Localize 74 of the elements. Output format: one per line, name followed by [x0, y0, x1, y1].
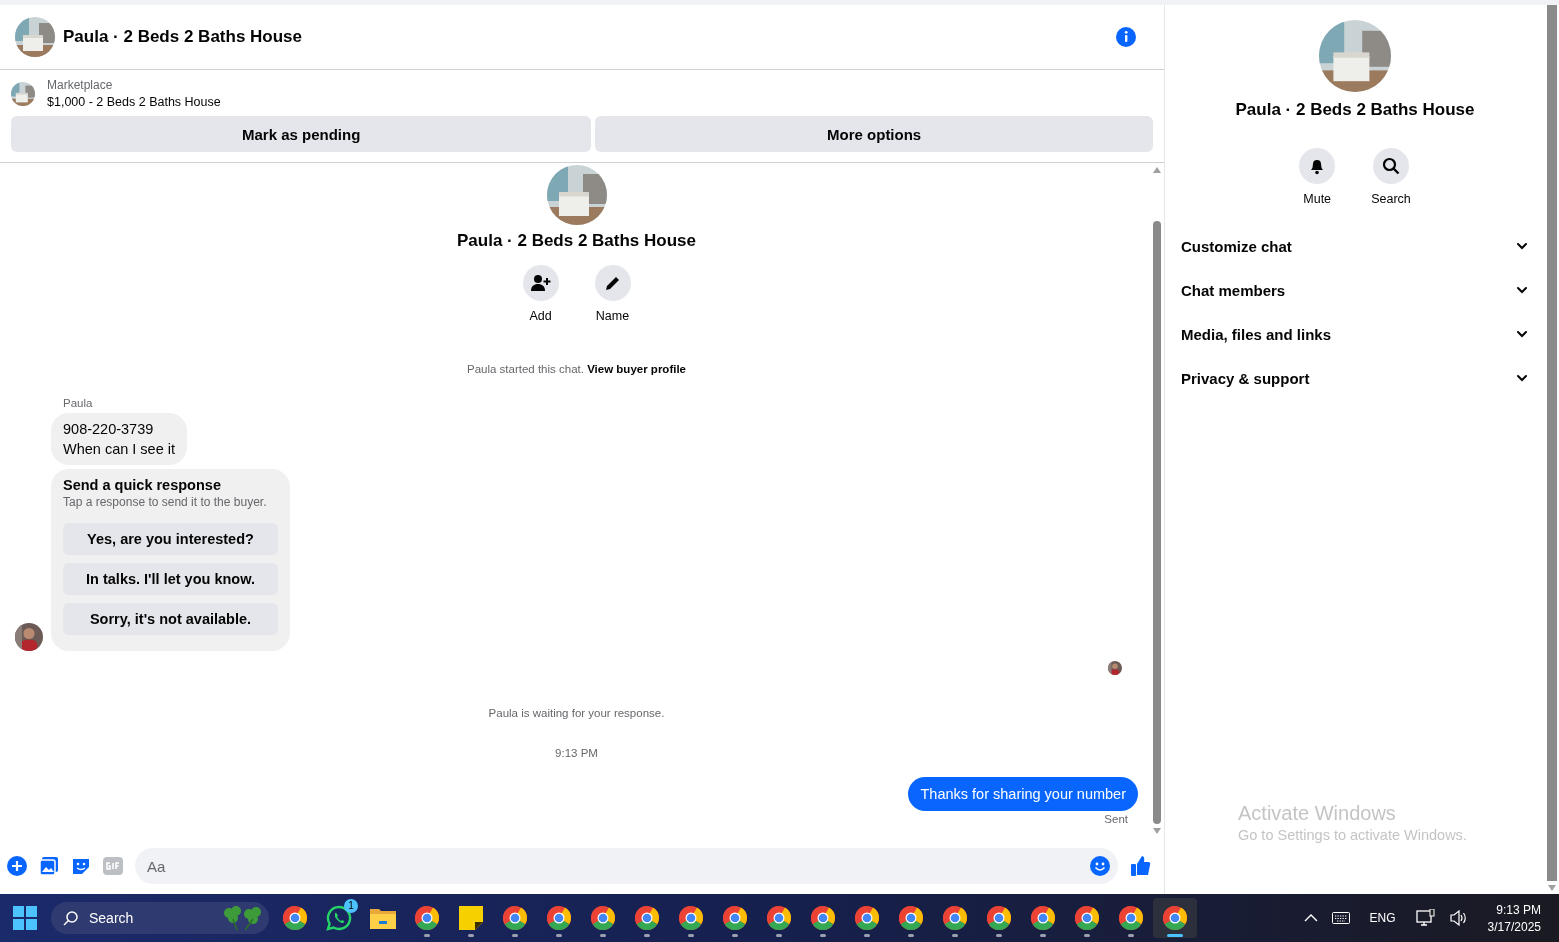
name-button[interactable] [594, 265, 631, 301]
chrome-icon[interactable] [1074, 905, 1100, 931]
add-button[interactable] [522, 265, 559, 301]
chrome-icon[interactable] [766, 905, 792, 931]
buyer-profile-link[interactable]: View buyer profile [587, 363, 686, 375]
chrome-icon[interactable] [502, 905, 528, 931]
language-indicator[interactable]: ENG [1369, 911, 1396, 925]
listing-source: Marketplace [47, 78, 114, 92]
message-bubble: 908-220-3739 When can I see it [51, 413, 188, 465]
add-person-icon [530, 274, 551, 292]
message-time: 9:13 PM [555, 747, 598, 759]
pencil-icon [603, 274, 622, 292]
sent-status: Sent [1104, 813, 1128, 825]
chrome-icon[interactable] [1162, 905, 1188, 931]
details-section[interactable]: Customize chat [1173, 224, 1537, 268]
network-icon[interactable] [1415, 909, 1436, 927]
quick-response-option[interactable]: In talks. I'll let you know. [63, 563, 278, 595]
plus-icon[interactable] [7, 856, 27, 876]
chrome-icon[interactable] [590, 905, 616, 931]
chrome-icon[interactable] [414, 905, 440, 931]
details-section[interactable]: Media, files and links [1173, 312, 1537, 356]
quick-response-title: Send a quick response [63, 477, 221, 493]
chrome-icon[interactable] [678, 905, 704, 931]
chat-title: Paula · 2 Beds 2 Baths House [457, 231, 696, 251]
chrome-icon[interactable] [1030, 905, 1056, 931]
speaker-icon[interactable] [1449, 910, 1468, 926]
action-label: Search [1371, 192, 1411, 206]
chrome-icon[interactable] [942, 905, 968, 931]
keyboard-icon[interactable] [1331, 912, 1350, 924]
waiting-status: Paula is waiting for your response. [488, 707, 665, 719]
activation-subtitle: Go to Settings to activate Windows. [1238, 827, 1467, 843]
details-section[interactable]: Chat members [1173, 268, 1537, 312]
search-icon [63, 910, 79, 926]
chat-notice: Paula started this chat. [466, 363, 584, 375]
photo-icon[interactable] [39, 856, 59, 876]
action-label: Mute [1303, 192, 1332, 206]
listing-action-button[interactable]: More options [595, 116, 1153, 152]
message-bubble: Thanks for sharing your number [908, 777, 1138, 811]
windows-start-icon[interactable] [13, 906, 37, 930]
chrome-icon[interactable] [1118, 905, 1144, 931]
quick-response-hint: Tap a response to send it to the buyer. [63, 495, 267, 509]
taskbar-search[interactable]: Search [51, 902, 269, 934]
listing-action-button[interactable]: Mark as pending [11, 116, 592, 152]
chrome-icon[interactable] [810, 905, 836, 931]
clock[interactable]: 9:13 PM 3/17/2025 [1487, 902, 1541, 934]
quick-response-option[interactable]: Yes, are you interested? [63, 523, 278, 555]
action-label: Name [595, 309, 630, 323]
action-label: Add [529, 309, 552, 323]
sender-name: Paula [63, 397, 94, 409]
notification-badge: 1 [344, 899, 358, 913]
mute-button[interactable] [1299, 148, 1336, 184]
chrome-icon[interactable] [634, 905, 660, 931]
quick-response-option[interactable]: Sorry, it's not available. [63, 603, 278, 635]
conversation-title: Paula · 2 Beds 2 Baths House [63, 27, 304, 47]
search-icon [1382, 157, 1400, 175]
chrome-icon[interactable] [898, 905, 924, 931]
details-section[interactable]: Privacy & support [1173, 356, 1537, 400]
chevron-up-icon[interactable] [1303, 913, 1318, 923]
sticky-note-icon[interactable] [459, 906, 483, 930]
folder-icon[interactable] [370, 907, 396, 929]
activation-title: Activate Windows [1238, 802, 1397, 825]
chrome-icon[interactable] [546, 905, 572, 931]
thumbs-up-icon[interactable] [1130, 855, 1152, 877]
sticker-icon[interactable] [71, 856, 91, 876]
chrome-icon[interactable] [854, 905, 880, 931]
search-button[interactable] [1373, 148, 1409, 184]
details-title: Paula · 2 Beds 2 Baths House [1235, 100, 1475, 120]
info-icon[interactable] [1115, 26, 1137, 48]
emoji-icon[interactable] [1090, 856, 1110, 876]
chrome-icon[interactable] [722, 905, 748, 931]
chrome-icon[interactable] [986, 905, 1012, 931]
chrome-icon[interactable] [282, 905, 308, 931]
message-input[interactable]: Aa [135, 848, 1118, 884]
listing-summary: $1,000 - 2 Beds 2 Baths House [47, 95, 221, 109]
